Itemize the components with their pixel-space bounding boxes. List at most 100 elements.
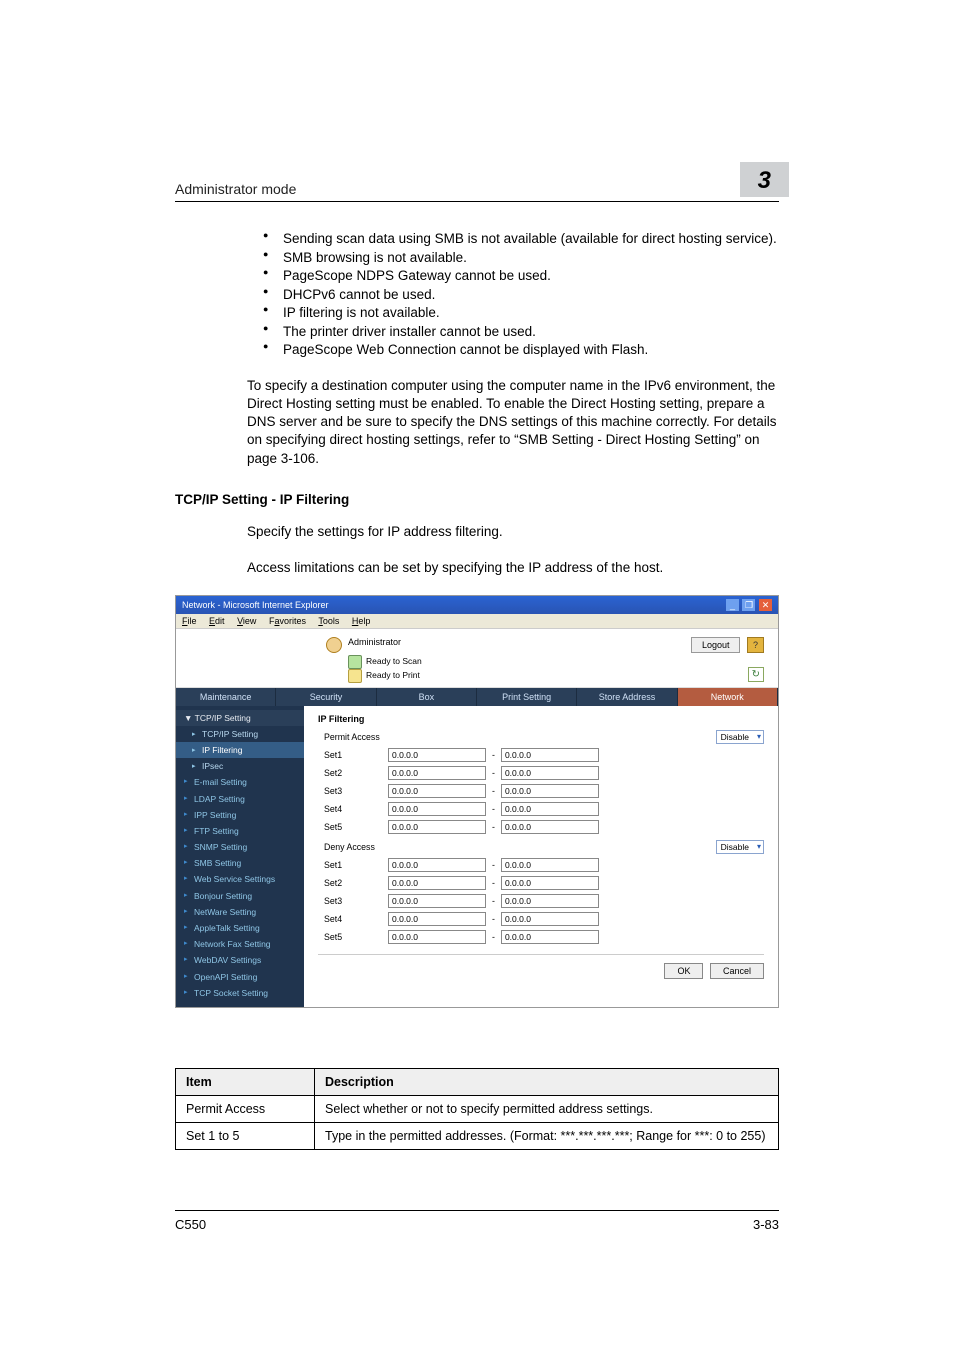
permit-set5-a[interactable]: 0.0.0.0 xyxy=(388,820,486,834)
sidebar-sub-tcpip[interactable]: TCP/IP Setting xyxy=(176,726,304,742)
sidebar-sub-ipfiltering[interactable]: IP Filtering xyxy=(176,742,304,758)
sidebar-item-bonjour[interactable]: Bonjour Setting xyxy=(176,888,304,904)
menu-edit[interactable]: Edit xyxy=(209,616,225,626)
logout-button[interactable]: Logout xyxy=(691,637,741,653)
sidebar-item-ipp[interactable]: IPP Setting xyxy=(176,807,304,823)
deny-set3-a[interactable]: 0.0.0.0 xyxy=(388,894,486,908)
table-header-description: Description xyxy=(315,1068,779,1095)
permit-access-label: Permit Access xyxy=(318,732,388,742)
permit-set4-a[interactable]: 0.0.0.0 xyxy=(388,802,486,816)
bullet-item: PageScope NDPS Gateway cannot be used. xyxy=(263,267,779,285)
set-label: Set3 xyxy=(318,786,388,796)
minimize-icon[interactable]: _ xyxy=(726,599,739,611)
bullet-item: SMB browsing is not available. xyxy=(263,249,779,267)
menu-view[interactable]: View xyxy=(237,616,256,626)
sidebar-item-snmp[interactable]: SNMP Setting xyxy=(176,839,304,855)
table-row: Set 1 to 5 Type in the permitted address… xyxy=(176,1122,779,1149)
panel-title: IP Filtering xyxy=(318,714,764,724)
set-label: Set5 xyxy=(318,822,388,832)
page-footer: C550 3-83 xyxy=(175,1210,779,1232)
deny-set1-a[interactable]: 0.0.0.0 xyxy=(388,858,486,872)
chapter-number: 3 xyxy=(740,162,789,197)
sidebar-item-ftp[interactable]: FTP Setting xyxy=(176,823,304,839)
set-label: Set2 xyxy=(318,878,388,888)
sidebar-item-networkfax[interactable]: Network Fax Setting xyxy=(176,936,304,952)
permit-access-select[interactable]: Disable xyxy=(716,730,764,744)
sidebar-item-ldap[interactable]: LDAP Setting xyxy=(176,791,304,807)
paragraph-specify: Specify the settings for IP address filt… xyxy=(247,523,779,541)
window-controls: _ ❐ ✕ xyxy=(725,599,772,611)
tab-print-setting[interactable]: Print Setting xyxy=(477,688,577,706)
refresh-icon[interactable]: ↻ xyxy=(748,667,764,682)
deny-set5-b[interactable]: 0.0.0.0 xyxy=(501,930,599,944)
status-print: Ready to Print xyxy=(366,670,420,682)
sidebar-group-tcpip[interactable]: ▼ TCP/IP Setting xyxy=(176,710,304,726)
deny-access-label: Deny Access xyxy=(318,842,388,852)
sidebar-item-email[interactable]: E-mail Setting xyxy=(176,774,304,790)
cell-item: Permit Access xyxy=(176,1095,315,1122)
main-panel: IP Filtering Permit Access Disable Set10… xyxy=(304,706,778,1007)
sidebar-sub-ipsec[interactable]: IPsec xyxy=(176,758,304,774)
deny-access-select[interactable]: Disable xyxy=(716,840,764,854)
set-label: Set3 xyxy=(318,896,388,906)
sidebar-item-smb[interactable]: SMB Setting xyxy=(176,855,304,871)
header-title: Administrator mode xyxy=(175,181,296,197)
tab-store-address[interactable]: Store Address xyxy=(577,688,677,706)
cancel-button[interactable]: Cancel xyxy=(710,963,764,979)
permit-set2-b[interactable]: 0.0.0.0 xyxy=(501,766,599,780)
menu-tools[interactable]: Tools xyxy=(318,616,339,626)
deny-set2-b[interactable]: 0.0.0.0 xyxy=(501,876,599,890)
permit-set3-b[interactable]: 0.0.0.0 xyxy=(501,784,599,798)
cell-desc: Type in the permitted addresses. (Format… xyxy=(315,1122,779,1149)
permit-set1-b[interactable]: 0.0.0.0 xyxy=(501,748,599,762)
sidebar-item-appletalk[interactable]: AppleTalk Setting xyxy=(176,920,304,936)
tab-network[interactable]: Network xyxy=(678,688,778,706)
set-label: Set2 xyxy=(318,768,388,778)
ok-button[interactable]: OK xyxy=(664,963,703,979)
permit-set4-b[interactable]: 0.0.0.0 xyxy=(501,802,599,816)
deny-set3-b[interactable]: 0.0.0.0 xyxy=(501,894,599,908)
help-button[interactable]: ? xyxy=(747,637,764,653)
bullet-item: The printer driver installer cannot be u… xyxy=(263,323,779,341)
close-icon[interactable]: ✕ xyxy=(759,599,772,611)
permit-set1-a[interactable]: 0.0.0.0 xyxy=(388,748,486,762)
deny-set4-b[interactable]: 0.0.0.0 xyxy=(501,912,599,926)
footer-model: C550 xyxy=(175,1217,206,1232)
set-label: Set4 xyxy=(318,914,388,924)
sidebar-item-netware[interactable]: NetWare Setting xyxy=(176,904,304,920)
sidebar-item-openapi[interactable]: OpenAPI Setting xyxy=(176,969,304,985)
permit-set2-a[interactable]: 0.0.0.0 xyxy=(388,766,486,780)
cell-desc: Select whether or not to specify permitt… xyxy=(315,1095,779,1122)
table-row: Permit Access Select whether or not to s… xyxy=(176,1095,779,1122)
scan-status-icon xyxy=(348,655,362,669)
table-header-item: Item xyxy=(176,1068,315,1095)
menu-file[interactable]: File xyxy=(182,616,197,626)
deny-set5-a[interactable]: 0.0.0.0 xyxy=(388,930,486,944)
tab-box[interactable]: Box xyxy=(377,688,477,706)
subheading-ipfiltering: TCP/IP Setting - IP Filtering xyxy=(175,492,779,507)
maximize-icon[interactable]: ❐ xyxy=(742,599,755,611)
sidebar-item-tcpsocket[interactable]: TCP Socket Setting xyxy=(176,985,304,1001)
deny-set1-b[interactable]: 0.0.0.0 xyxy=(501,858,599,872)
admin-icon xyxy=(326,637,342,653)
set-label: Set1 xyxy=(318,860,388,870)
description-table: Item Description Permit Access Select wh… xyxy=(175,1068,779,1150)
sidebar-item-webdav[interactable]: WebDAV Settings xyxy=(176,952,304,968)
deny-set2-a[interactable]: 0.0.0.0 xyxy=(388,876,486,890)
window-title: Network - Microsoft Internet Explorer xyxy=(182,600,329,610)
permit-set3-a[interactable]: 0.0.0.0 xyxy=(388,784,486,798)
permit-set5-b[interactable]: 0.0.0.0 xyxy=(501,820,599,834)
tab-maintenance[interactable]: Maintenance xyxy=(176,688,276,706)
main-tabs: Maintenance Security Box Print Setting S… xyxy=(176,688,778,706)
menu-help[interactable]: Help xyxy=(352,616,371,626)
bullet-item: Sending scan data using SMB is not avail… xyxy=(263,230,779,248)
sidebar-item-webservice[interactable]: Web Service Settings xyxy=(176,871,304,887)
bullet-item: IP filtering is not available. xyxy=(263,304,779,322)
bullet-item: DHCPv6 cannot be used. xyxy=(263,286,779,304)
menu-favorites[interactable]: Favorites xyxy=(269,616,306,626)
window-titlebar: Network - Microsoft Internet Explorer _ … xyxy=(176,596,778,614)
deny-set4-a[interactable]: 0.0.0.0 xyxy=(388,912,486,926)
tab-security[interactable]: Security xyxy=(276,688,376,706)
status-scan: Ready to Scan xyxy=(366,656,422,668)
footer-page: 3-83 xyxy=(753,1217,779,1232)
